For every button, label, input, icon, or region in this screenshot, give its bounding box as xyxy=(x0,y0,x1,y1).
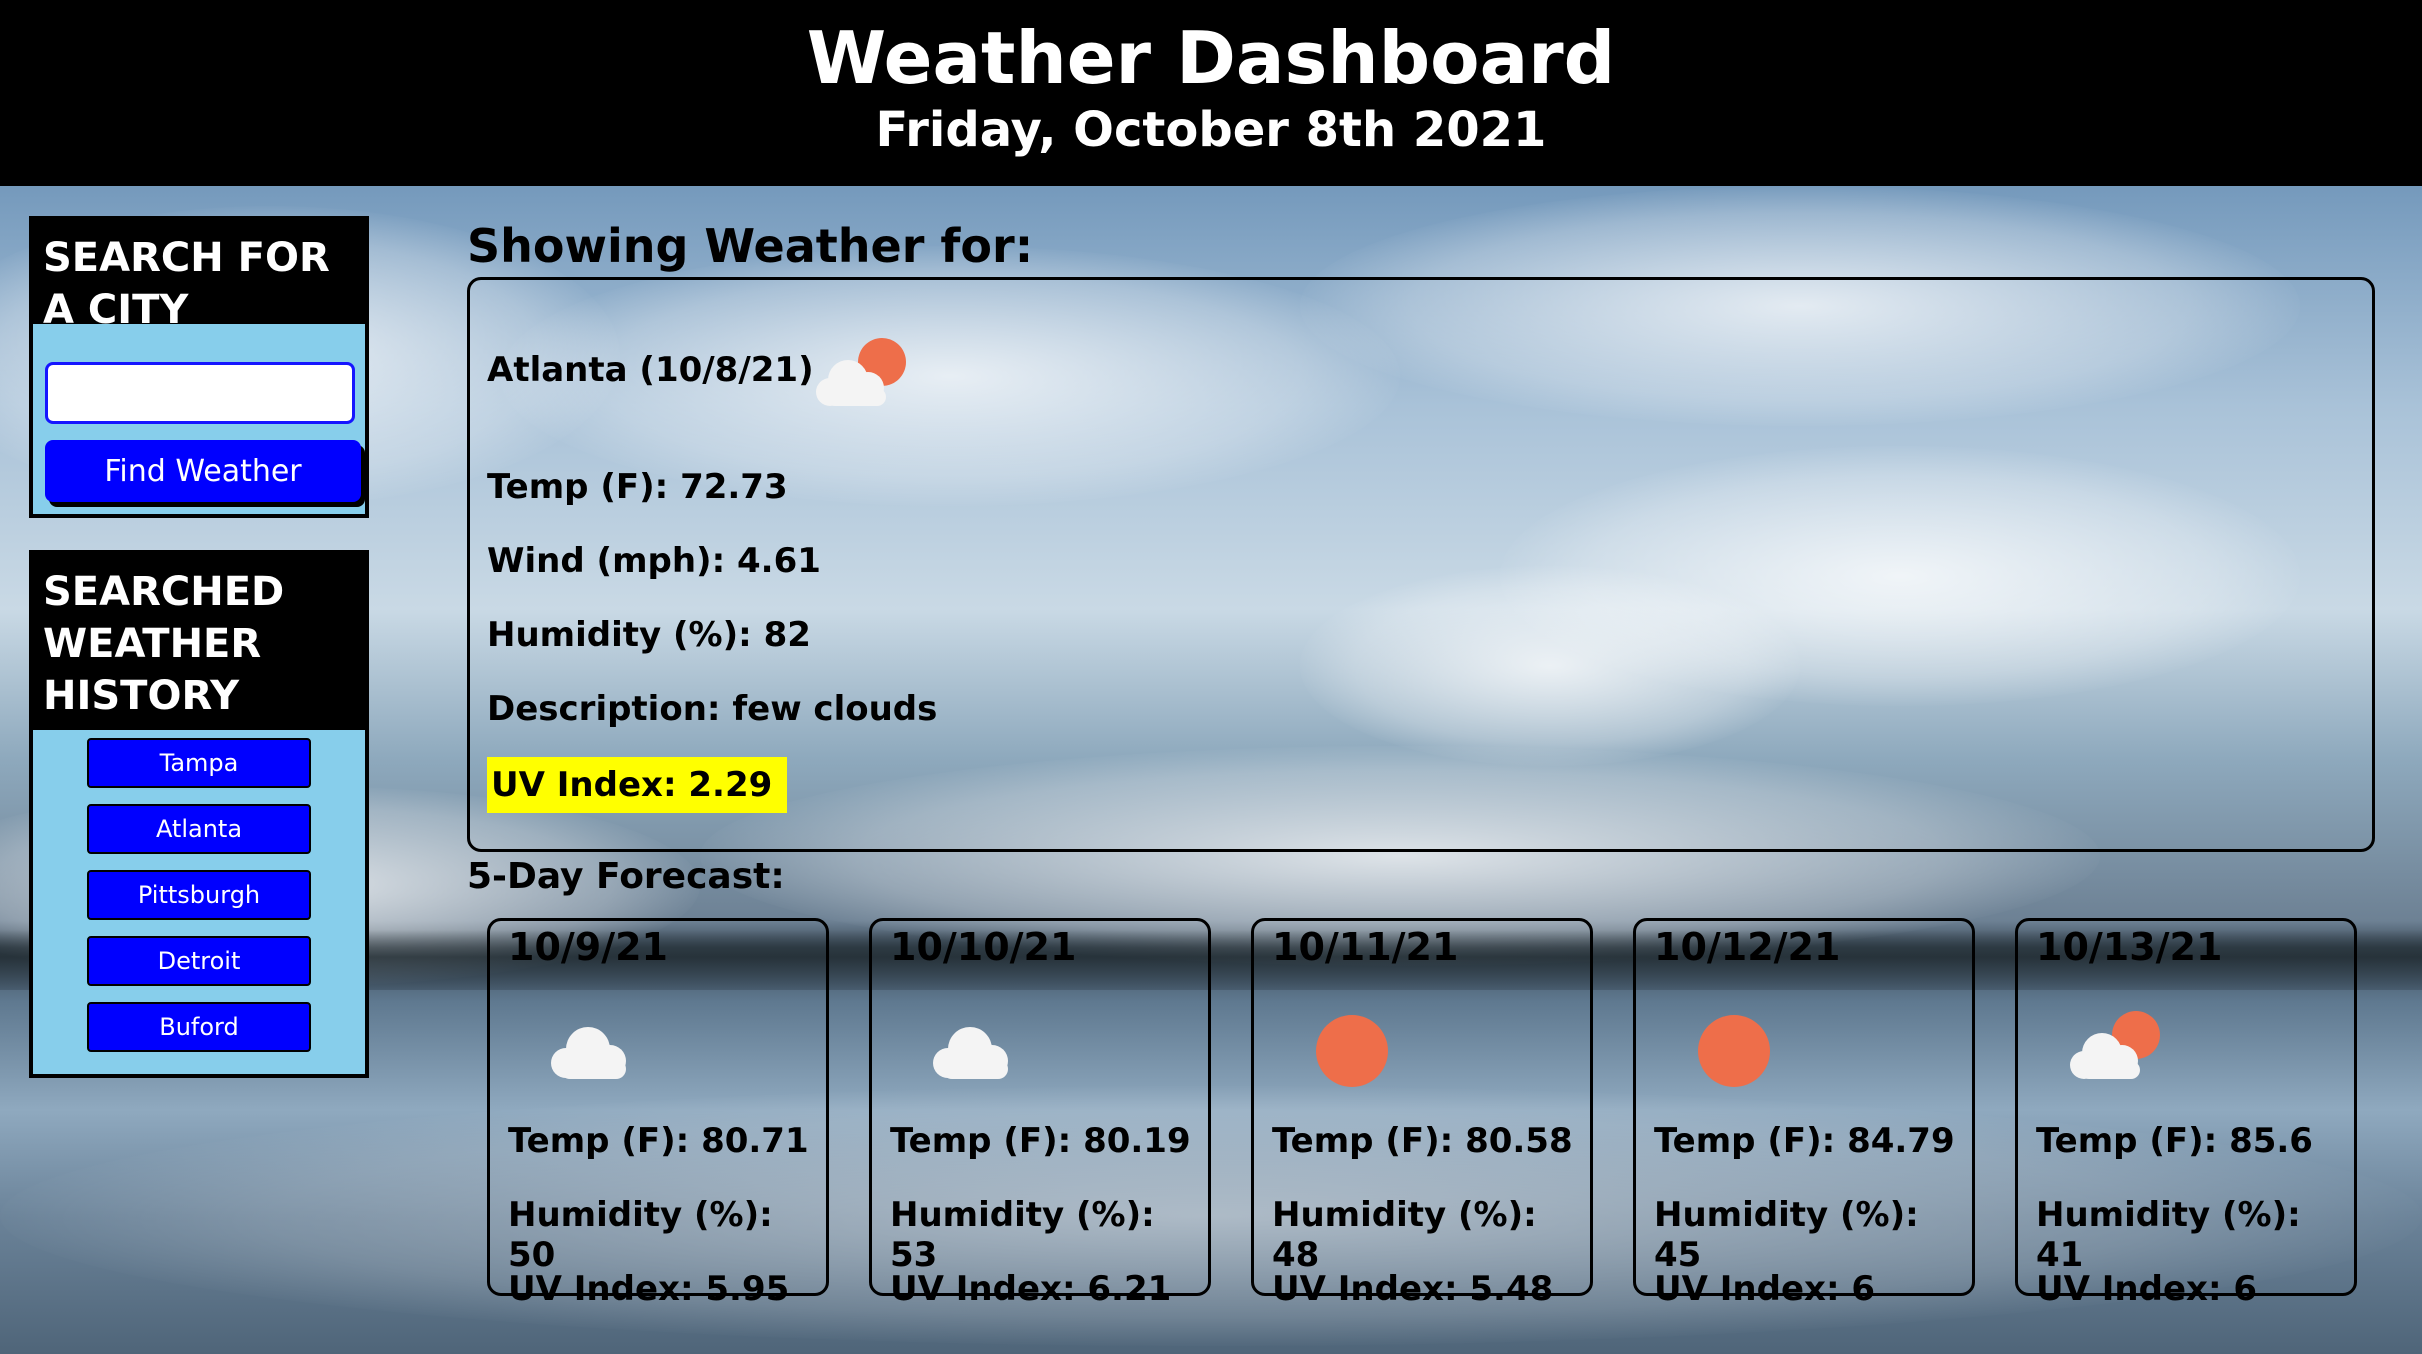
forecast-temp: Temp (F): 80.58 xyxy=(1272,1121,1573,1161)
forecast-date: 10/13/21 xyxy=(2036,925,2223,969)
forecast-temp: Temp (F): 84.79 xyxy=(1654,1121,1955,1161)
current-city-date: Atlanta (10/8/21) xyxy=(487,350,814,390)
search-panel: SEARCH FOR A CITY Find Weather xyxy=(29,216,369,518)
forecast-date: 10/11/21 xyxy=(1272,925,1459,969)
forecast-card: 10/12/21 Temp (F): 84.79 Humidity (%): 4… xyxy=(1633,918,1975,1309)
page-title: Weather Dashboard xyxy=(806,16,1616,100)
current-temp: Temp (F): 72.73 xyxy=(487,467,788,507)
history-item-buford[interactable]: Buford xyxy=(87,1002,311,1052)
sun-icon xyxy=(1316,1015,1388,1087)
history-item-detroit[interactable]: Detroit xyxy=(87,936,311,986)
find-weather-button[interactable]: Find Weather xyxy=(45,440,361,502)
current-wind: Wind (mph): 4.61 xyxy=(487,541,821,581)
forecast-humidity: Humidity (%): 48 xyxy=(1272,1195,1537,1275)
current-date: Friday, October 8th 2021 xyxy=(875,102,1547,158)
forecast-uv-index: UV Index: 6.21 xyxy=(890,1269,1172,1309)
forecast-uv-index: UV Index: 5.48 xyxy=(1272,1269,1554,1309)
search-heading: SEARCH FOR A CITY xyxy=(33,220,365,333)
forecast-temp: Temp (F): 85.6 xyxy=(2036,1121,2313,1161)
history-list: Tampa Atlanta Pittsburgh Detroit Buford xyxy=(33,738,365,1068)
current-humidity: Humidity (%): 82 xyxy=(487,615,811,655)
current-weather-card: Atlanta (10/8/21) Temp (F): 72.73 Wind (… xyxy=(467,277,2375,852)
forecast-humidity: Humidity (%): 45 xyxy=(1654,1195,1919,1275)
partly-cloudy-icon xyxy=(816,338,906,406)
history-heading: SEARCHED WEATHER HISTORY xyxy=(33,554,365,730)
forecast-humidity: Humidity (%): 41 xyxy=(2036,1195,2301,1275)
cloud-icon xyxy=(933,1027,1008,1079)
forecast-temp: Temp (F): 80.71 xyxy=(508,1121,809,1161)
forecast-uv-index: UV Index: 6 xyxy=(2036,1269,2258,1309)
city-search-input[interactable] xyxy=(45,362,355,424)
current-description: Description: few clouds xyxy=(487,689,938,729)
current-uv-index: UV Index: 2.29 xyxy=(487,757,787,813)
cloud-icon xyxy=(551,1027,626,1079)
forecast-date: 10/9/21 xyxy=(508,925,668,969)
history-item-atlanta[interactable]: Atlanta xyxy=(87,804,311,854)
page-header: Weather Dashboard Friday, October 8th 20… xyxy=(0,0,2422,186)
history-item-tampa[interactable]: Tampa xyxy=(87,738,311,788)
forecast-card: 10/11/21 Temp (F): 80.58 Humidity (%): 4… xyxy=(1251,918,1593,1309)
forecast-card: 10/9/21 Temp (F): 80.71 Humidity (%): 50… xyxy=(487,918,829,1309)
forecast-uv-index: UV Index: 5.95 xyxy=(508,1269,790,1309)
forecast-uv-index: UV Index: 6 xyxy=(1654,1269,1876,1309)
forecast-date: 10/12/21 xyxy=(1654,925,1841,969)
history-item-pittsburgh[interactable]: Pittsburgh xyxy=(87,870,311,920)
forecast-title: 5-Day Forecast: xyxy=(467,856,785,897)
partly-cloudy-icon xyxy=(2070,1011,2160,1079)
forecast-date: 10/10/21 xyxy=(890,925,1077,969)
forecast-humidity: Humidity (%): 53 xyxy=(890,1195,1155,1275)
sun-icon xyxy=(1698,1015,1770,1087)
forecast-temp: Temp (F): 80.19 xyxy=(890,1121,1191,1161)
showing-weather-title: Showing Weather for: xyxy=(467,219,1034,273)
forecast-humidity: Humidity (%): 50 xyxy=(508,1195,773,1275)
forecast-card: 10/13/21 Temp (F): 85.6 Humidity (%): 41… xyxy=(2015,918,2357,1309)
forecast-card: 10/10/21 Temp (F): 80.19 Humidity (%): 5… xyxy=(869,918,1211,1309)
history-panel: SEARCHED WEATHER HISTORY Tampa Atlanta P… xyxy=(29,550,369,1078)
